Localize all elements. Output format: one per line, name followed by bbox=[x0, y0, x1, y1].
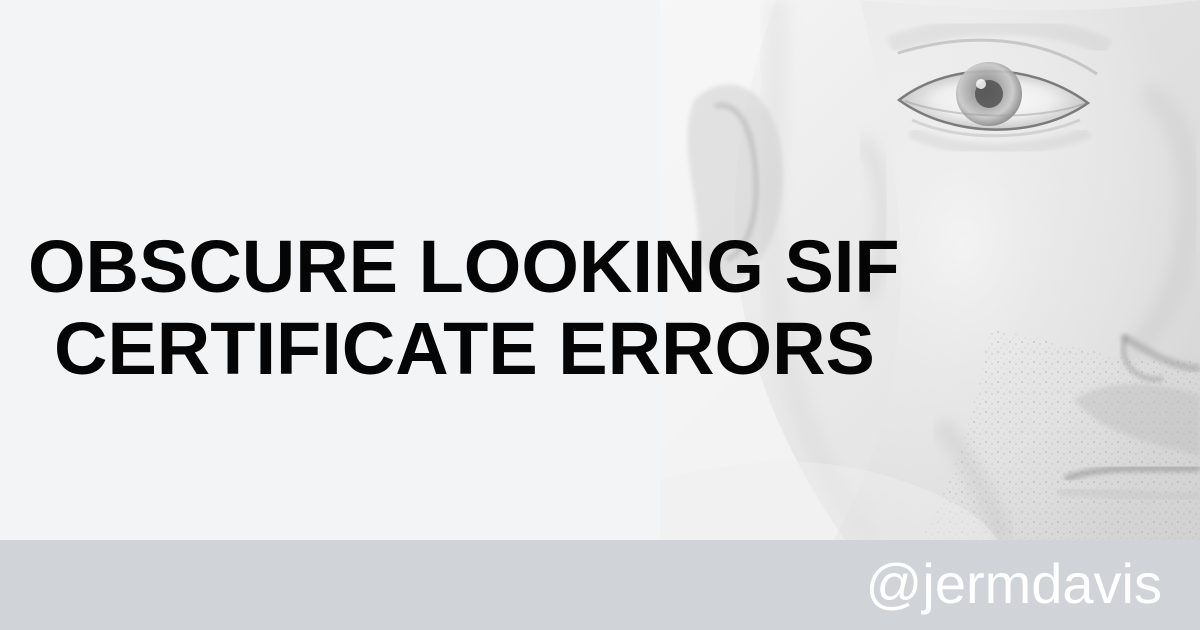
hero-area: OBSCURE LOOKING SIF CERTIFICATE ERRORS bbox=[0, 0, 1200, 540]
article-title: OBSCURE LOOKING SIF CERTIFICATE ERRORS bbox=[28, 226, 900, 390]
author-handle: @jermdavis bbox=[865, 552, 1162, 615]
title-line-1: OBSCURE LOOKING SIF bbox=[28, 225, 900, 308]
title-line-2: CERTIFICATE ERRORS bbox=[54, 307, 875, 390]
author-footer: @jermdavis bbox=[0, 540, 1200, 630]
social-card: OBSCURE LOOKING SIF CERTIFICATE ERRORS @… bbox=[0, 0, 1200, 630]
